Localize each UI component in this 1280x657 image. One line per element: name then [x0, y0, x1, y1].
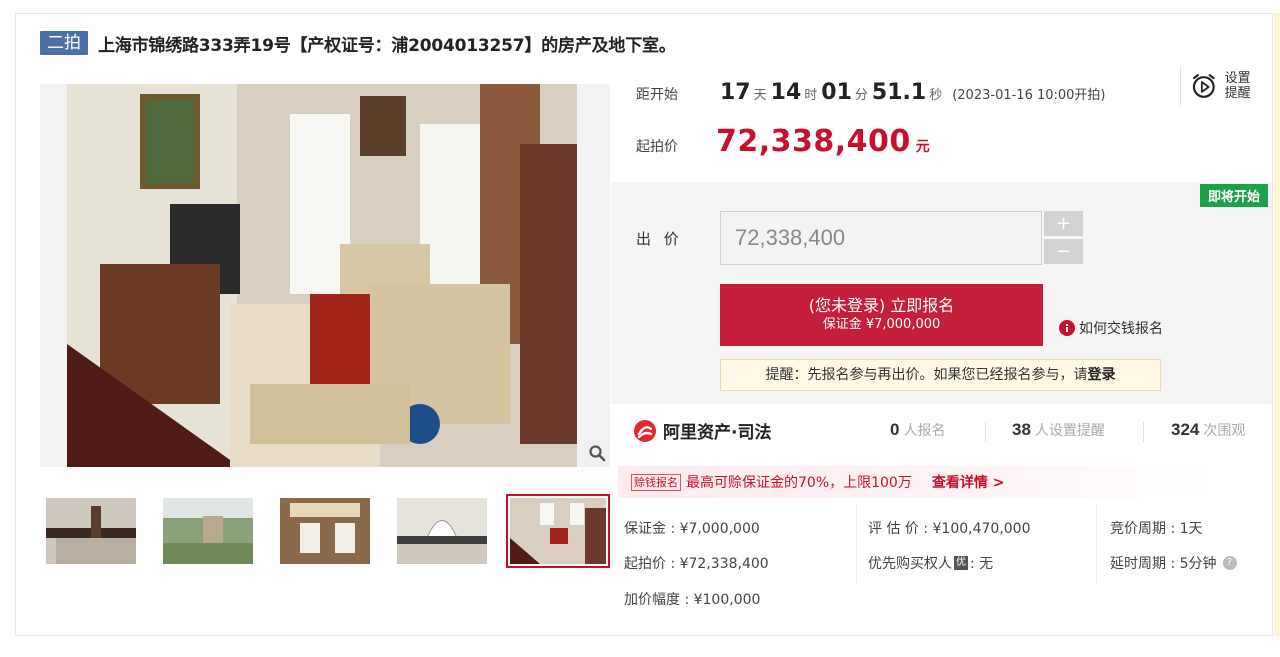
reminder-count-num: 38	[1012, 420, 1031, 439]
round-tag: 二拍	[40, 31, 88, 55]
credit-promo-bar: 赊钱报名 最高可赊保证金的70%，上限100万 查看详情 >	[618, 466, 1218, 498]
delay-period-label: 延时周期 : 5分钟	[1110, 556, 1217, 572]
priority-buyer-label: 优先购买权人	[868, 556, 952, 572]
signup-deposit-label: 保证金 ¥7,000,000	[822, 317, 941, 332]
thumbnail-image	[510, 498, 606, 564]
how-to-pay-link[interactable]: 如何交钱报名	[1059, 318, 1163, 338]
side-strip	[1274, 13, 1280, 636]
bid-label: 出 价	[636, 230, 683, 248]
login-tip: 提醒：先报名参与再出价。如果您已经报名参与，请登录	[720, 359, 1161, 391]
countdown-days: 17	[720, 80, 751, 105]
thumbnail-strip	[40, 494, 610, 568]
delay-period-info: 延时周期 : 5分钟 ?	[1110, 553, 1237, 573]
reminder-label: 设置 提醒	[1225, 71, 1260, 101]
thumbnail-1[interactable]	[46, 498, 136, 564]
reminder-count-label: 人设置提醒	[1034, 423, 1105, 439]
thumbnail-4[interactable]	[397, 498, 487, 564]
living-room-photo	[40, 84, 610, 467]
start-price-unit: 元	[915, 139, 930, 155]
login-tip-text: 提醒：先报名参与再出价。如果您已经报名参与，请	[765, 367, 1088, 383]
priority-buyer-value: : 无	[970, 556, 994, 572]
set-reminder-button[interactable]: 设置 提醒	[1180, 66, 1260, 106]
thumbnail-3[interactable]	[280, 498, 370, 564]
increase-bid-button[interactable]: +	[1044, 211, 1083, 236]
countdown-start-note: (2023-01-16 10:00开拍)	[952, 88, 1106, 103]
countdown-seconds: 51.1	[871, 80, 927, 105]
thumbnail-image	[280, 498, 370, 564]
thumbnail-image	[397, 498, 487, 564]
divider	[856, 504, 857, 584]
alarm-clock-icon	[1192, 74, 1215, 98]
login-link[interactable]: 登录	[1088, 367, 1116, 383]
page-title: 上海市锦绣路333弄19号【产权证号：浦2004013257】的房产及地下室。	[98, 35, 676, 56]
bid-amount-input[interactable]: 72,338,400	[720, 211, 1042, 265]
view-count-label: 次围观	[1203, 423, 1246, 439]
priority-buyer-info: 优先购买权人 优 : 无	[868, 553, 993, 573]
divider	[1096, 504, 1097, 584]
info-icon	[1059, 320, 1075, 336]
thumbnail-image	[46, 498, 136, 564]
help-icon[interactable]: ?	[1222, 556, 1237, 570]
bid-panel: 即将开始 出 价 72,338,400 + − (您未登录) 立即报名 保证金 …	[611, 182, 1272, 404]
start-price-label: 起拍价	[636, 139, 678, 155]
divider	[1143, 422, 1144, 442]
reminder-count: 38 人设置提醒	[1012, 420, 1105, 440]
zoom-button[interactable]	[584, 440, 610, 466]
brand: 阿里资产·司法	[633, 418, 771, 443]
how-to-pay-label: 如何交钱报名	[1079, 321, 1163, 337]
status-badge: 即将开始	[1199, 184, 1268, 207]
signup-count: 0 人报名	[890, 420, 945, 440]
brand-name: 阿里资产·司法	[663, 423, 772, 443]
deposit-info: 保证金 : ¥7,000,000	[624, 521, 760, 537]
thumbnail-image	[163, 498, 253, 564]
brand-logo-icon	[634, 419, 656, 442]
countdown-minutes: 01	[821, 80, 852, 105]
countdown: 距开始 17 天 14 时 01 分 51.1 秒 (2023-01-16 10…	[636, 80, 1106, 105]
start-price-row: 起拍价 72,338,400 元	[636, 124, 930, 159]
credit-signup-tag: 赊钱报名	[631, 473, 681, 491]
bidding-period-info: 竞价周期 : 1天	[1110, 521, 1203, 537]
credit-promo-text: 最高可赊保证金的70%，上限100万	[686, 475, 912, 491]
decrease-bid-button[interactable]: −	[1044, 239, 1083, 264]
stats-row: 阿里资产·司法 0 人报名 38 人设置提醒 324 次围观	[611, 404, 1272, 460]
main-photo[interactable]	[40, 84, 610, 467]
signup-count-num: 0	[890, 420, 900, 439]
view-count: 324 次围观	[1171, 420, 1245, 440]
countdown-hours-unit: 时	[804, 88, 818, 103]
appraisal-info: 评 估 价 : ¥100,470,000	[868, 521, 1031, 537]
view-details-link[interactable]: 查看详情 >	[932, 472, 1005, 492]
countdown-label: 距开始	[636, 87, 678, 103]
reminder-label-line1: 设置	[1224, 71, 1251, 86]
countdown-days-unit: 天	[753, 88, 767, 103]
start-price-info: 起拍价 : ¥72,338,400	[624, 556, 769, 572]
thumbnail-5[interactable]	[506, 494, 610, 568]
start-price-value: 72,338,400	[716, 124, 911, 159]
signup-count-label: 人报名	[903, 423, 946, 439]
reminder-label-line2: 提醒	[1224, 86, 1251, 101]
priority-icon: 优	[954, 556, 968, 570]
magnifier-icon	[589, 445, 606, 462]
title-row: 二拍 上海市锦绣路333弄19号【产权证号：浦2004013257】的房产及地下…	[40, 30, 676, 56]
increment-info: 加价幅度 : ¥100,000	[624, 592, 761, 608]
divider	[985, 422, 986, 442]
view-count-num: 324	[1171, 420, 1200, 439]
countdown-seconds-unit: 秒	[929, 88, 943, 103]
countdown-hours: 14	[770, 80, 802, 105]
signup-button[interactable]: (您未登录) 立即报名 保证金 ¥7,000,000	[720, 284, 1043, 346]
thumbnail-2[interactable]	[163, 498, 253, 564]
countdown-minutes-unit: 分	[854, 88, 868, 103]
signup-button-label: (您未登录) 立即报名	[808, 296, 955, 315]
